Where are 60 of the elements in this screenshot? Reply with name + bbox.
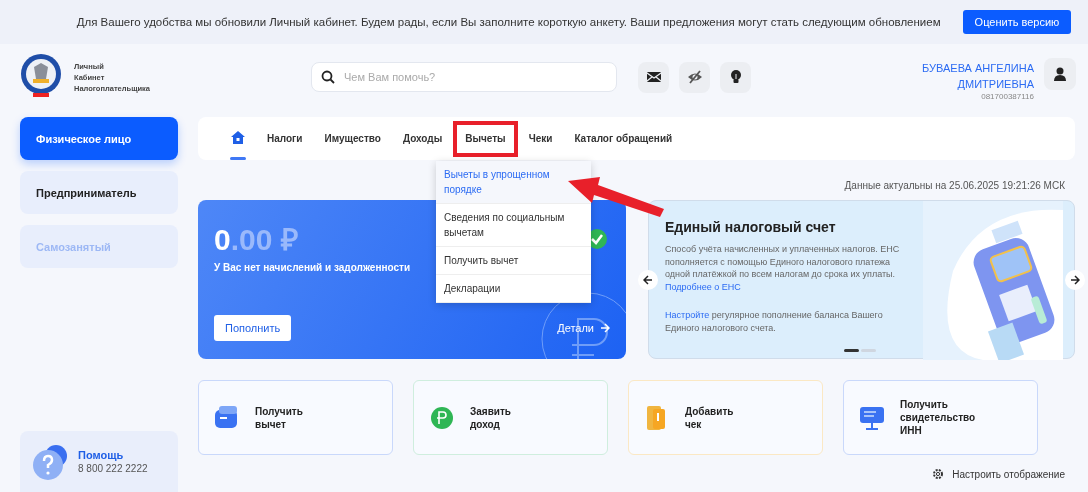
arrow-right-icon bbox=[600, 323, 610, 333]
display-settings-button[interactable]: Настроить отображение bbox=[932, 468, 1065, 480]
nav-tab[interactable]: Вычеты bbox=[453, 120, 518, 157]
avatar-button[interactable] bbox=[1044, 57, 1076, 90]
action-label: вычет bbox=[255, 417, 287, 431]
nav-tab[interactable]: Чеки bbox=[517, 117, 564, 160]
action-card[interactable]: Получить вычет bbox=[198, 380, 393, 455]
mail-button[interactable] bbox=[638, 61, 669, 93]
rate-version-button[interactable]: Оценить версию bbox=[962, 10, 1072, 34]
action-label: Добавить bbox=[685, 404, 734, 418]
action-label: ИНН bbox=[900, 424, 923, 437]
menu-item[interactable]: Получить вычет bbox=[436, 247, 591, 275]
nav-tab[interactable]: Имущество bbox=[313, 117, 392, 160]
ens-title: Единый налоговый счет bbox=[665, 219, 837, 235]
arrow-left-icon bbox=[643, 275, 653, 285]
ens-description: Способ учёта начисленных и уплаченных налогов. ЕНС пополняется с помощью Единого налогового платежа одной платёжкой по всем налогам до срока их уплаты. Подробнее о ЕНС bbox=[665, 243, 900, 293]
tips-button[interactable] bbox=[720, 61, 751, 93]
home-icon bbox=[231, 131, 245, 144]
sidebar-item[interactable]: Предприниматель bbox=[20, 171, 178, 214]
help-title: Помощь bbox=[78, 449, 125, 461]
banner-text: Для Вашего удобства мы обновили Личный кабинет. Будем рады, если Вы заполните короткую анкету. Ваши предложения могут стать следующим обновлением bbox=[76, 16, 941, 28]
action-label: Получить bbox=[900, 398, 949, 411]
slide-indicator[interactable] bbox=[844, 349, 859, 352]
action-label: доход bbox=[470, 417, 501, 431]
action-label: Заявить bbox=[470, 404, 511, 418]
next-button[interactable] bbox=[1065, 270, 1085, 290]
nav-tab[interactable]: Каталог обращений bbox=[563, 117, 684, 160]
update-time: Данные актуальны на 25.06.2025 19:21:26 МСК bbox=[844, 180, 1065, 191]
previous-button[interactable] bbox=[638, 270, 658, 290]
inn-number: 081700387116 bbox=[981, 91, 1034, 101]
user-name[interactable]: ДМИТРИЕВНА bbox=[957, 75, 1034, 92]
hide-button[interactable] bbox=[679, 61, 710, 93]
mail-icon bbox=[645, 69, 662, 85]
question-icon bbox=[32, 442, 68, 481]
action-card[interactable]: Заявить доход bbox=[413, 380, 608, 455]
details-link[interactable]: Детали bbox=[557, 322, 610, 334]
ens-setup-text: Настройте регулярное пополнение баланса Вашего Единого налогового счета. bbox=[665, 309, 884, 334]
action-label: Получить bbox=[255, 404, 303, 418]
top-up-button[interactable]: Пополнить bbox=[214, 315, 292, 341]
menu-item[interactable]: Декларации bbox=[436, 275, 591, 303]
nav-tab[interactable]: Налоги bbox=[256, 117, 314, 160]
eye-off-icon bbox=[686, 69, 703, 85]
help-card[interactable]: Помощь 8 800 222 2222 bbox=[20, 431, 178, 492]
user-icon bbox=[1053, 66, 1067, 81]
setup-link[interactable]: Настройте bbox=[665, 310, 710, 320]
balance-caption: У Вас нет начислений и задолженности bbox=[214, 262, 411, 273]
sidebar-item[interactable]: Физическое лицо bbox=[20, 117, 178, 160]
nav-tab[interactable]: Доходы bbox=[391, 117, 454, 160]
menu-item[interactable]: Вычеты в упрощенном порядке bbox=[436, 161, 591, 204]
user-name[interactable]: БУВАЕВА АНГЕЛИНА bbox=[922, 59, 1034, 76]
help-phone: 8 800 222 2222 bbox=[78, 463, 148, 474]
menu-item[interactable]: Сведения по социальным вычетам bbox=[436, 204, 591, 247]
action-card[interactable]: Получить свидетельство ИНН bbox=[843, 380, 1038, 455]
balance-amount: 0.00 ₽ bbox=[214, 222, 298, 258]
search-field[interactable]: Чем Вам помочь? bbox=[311, 62, 617, 92]
arrow-right-icon bbox=[1070, 275, 1080, 285]
action-label: чек bbox=[685, 417, 703, 431]
more-link[interactable]: Подробнее о ЕНС bbox=[665, 281, 741, 292]
action-label: свидетельство bbox=[900, 411, 976, 424]
action-card[interactable]: Добавить чек bbox=[628, 380, 823, 455]
